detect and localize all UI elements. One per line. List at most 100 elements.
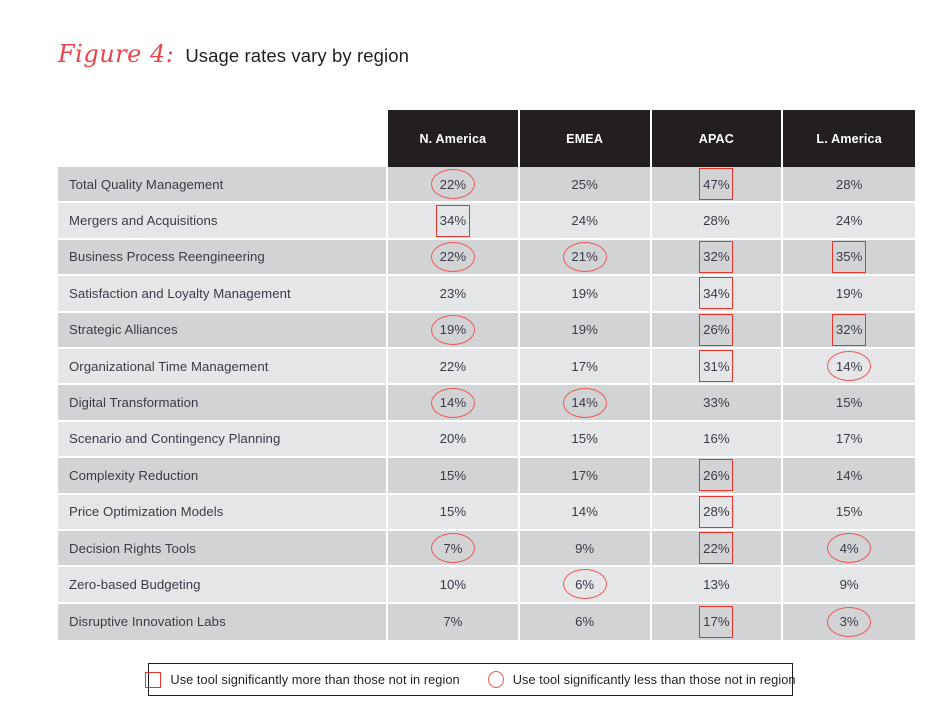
value-wrapper: 3% bbox=[827, 606, 872, 637]
value-cell-n-america: 22% bbox=[388, 167, 520, 204]
value-wrapper: 33% bbox=[701, 393, 731, 412]
value-cell-apac: 22% bbox=[651, 530, 784, 568]
value-wrapper: 26% bbox=[699, 459, 734, 492]
value-cell-apac: 13% bbox=[651, 567, 784, 604]
value-cell-apac: 28% bbox=[651, 494, 784, 531]
value-cell-n-america: 15% bbox=[388, 458, 520, 495]
value-wrapper: 28% bbox=[699, 495, 734, 528]
value-cell-apac: 28% bbox=[651, 203, 784, 240]
row-label-cell: Price Optimization Models bbox=[58, 494, 388, 531]
value-cell-l-america: 19% bbox=[783, 276, 915, 313]
header-cell-apac: APAC bbox=[651, 110, 784, 167]
value-wrapper: 14% bbox=[834, 466, 864, 485]
value-text: 33% bbox=[703, 394, 730, 410]
value-text: 17% bbox=[703, 614, 730, 630]
value-cell-apac: 33% bbox=[651, 385, 784, 422]
value-wrapper: 28% bbox=[834, 175, 864, 194]
value-cell-n-america: 7% bbox=[388, 603, 520, 641]
value-wrapper: 32% bbox=[832, 313, 867, 346]
value-wrapper: 16% bbox=[701, 429, 731, 448]
value-text: 14% bbox=[571, 394, 598, 410]
value-text: 6% bbox=[575, 614, 595, 630]
value-text: 15% bbox=[439, 467, 467, 483]
table-row: Zero-based Budgeting 10% 6% 13% 9% bbox=[58, 567, 915, 604]
value-cell-emea: 21% bbox=[519, 239, 652, 277]
value-cell-emea: 19% bbox=[519, 312, 652, 349]
value-cell-apac: 26% bbox=[651, 458, 784, 495]
figure-number-label: Figure 4: bbox=[58, 40, 175, 68]
row-label-cell: Zero-based Budgeting bbox=[58, 567, 388, 604]
table-row: Strategic Alliances 19% 19% 26% 32% bbox=[58, 312, 915, 349]
value-cell-apac: 26% bbox=[651, 312, 784, 349]
value-text: 34% bbox=[703, 285, 730, 301]
value-cell-n-america: 10% bbox=[388, 567, 520, 604]
circle-marker-icon bbox=[487, 671, 504, 688]
value-wrapper: 6% bbox=[562, 569, 607, 600]
value-text: 32% bbox=[835, 322, 863, 338]
value-cell-n-america: 19% bbox=[388, 312, 520, 349]
page-title: Usage rates vary by region bbox=[185, 45, 409, 66]
value-cell-emea: 6% bbox=[519, 603, 652, 641]
row-label-cell: Strategic Alliances bbox=[58, 312, 388, 349]
value-text: 15% bbox=[439, 504, 467, 520]
value-cell-apac: 32% bbox=[651, 239, 784, 277]
value-cell-n-america: 7% bbox=[388, 530, 520, 568]
figure-page: Figure 4: Usage rates vary by region N. … bbox=[0, 0, 950, 720]
value-text: 16% bbox=[703, 431, 730, 447]
value-wrapper: 28% bbox=[701, 211, 731, 230]
value-wrapper: 15% bbox=[834, 393, 864, 412]
row-label-cell: Satisfaction and Loyalty Management bbox=[58, 276, 388, 313]
value-wrapper: 17% bbox=[834, 429, 864, 448]
value-text: 14% bbox=[439, 394, 467, 410]
value-cell-emea: 17% bbox=[519, 348, 652, 386]
value-text: 7% bbox=[443, 540, 463, 556]
value-wrapper: 23% bbox=[438, 284, 468, 303]
value-cell-emea: 19% bbox=[519, 276, 652, 313]
legend-item-less: Use tool significantly less than those n… bbox=[487, 671, 796, 688]
value-text: 31% bbox=[703, 358, 730, 374]
value-wrapper: 22% bbox=[430, 241, 475, 272]
value-wrapper: 25% bbox=[569, 175, 599, 194]
value-cell-l-america: 17% bbox=[783, 421, 915, 459]
value-text: 25% bbox=[571, 176, 598, 192]
table-row: Complexity Reduction 15% 17% 26% 14% bbox=[58, 458, 915, 495]
value-cell-emea: 25% bbox=[519, 167, 652, 204]
value-text: 13% bbox=[703, 576, 730, 592]
value-text: 22% bbox=[439, 249, 467, 265]
value-wrapper: 20% bbox=[438, 429, 468, 448]
value-wrapper: 47% bbox=[699, 168, 734, 201]
value-text: 7% bbox=[443, 614, 463, 630]
table-row: Digital Transformation 14% 14% 33% 15% bbox=[58, 385, 915, 422]
value-text: 17% bbox=[835, 431, 863, 447]
value-cell-l-america: 14% bbox=[783, 458, 915, 495]
row-label-cell: Digital Transformation bbox=[58, 385, 388, 422]
value-text: 15% bbox=[835, 394, 863, 410]
header-cell-l-america: L. America bbox=[783, 110, 915, 167]
legend-label-less: Use tool significantly less than those n… bbox=[512, 672, 796, 687]
value-text: 20% bbox=[439, 431, 467, 447]
table-row: Organizational Time Management 22% 17% 31% 1… bbox=[58, 348, 915, 386]
value-wrapper: 19% bbox=[569, 284, 599, 303]
value-text: 14% bbox=[835, 467, 863, 483]
value-wrapper: 19% bbox=[834, 284, 864, 303]
value-wrapper: 9% bbox=[573, 539, 596, 558]
value-cell-l-america: 14% bbox=[783, 348, 915, 386]
table-header: N. America EMEA APAC L. America bbox=[58, 110, 915, 167]
value-wrapper: 15% bbox=[438, 502, 468, 521]
value-text: 19% bbox=[571, 285, 598, 301]
value-wrapper: 31% bbox=[699, 350, 734, 383]
value-cell-n-america: 15% bbox=[388, 494, 520, 531]
table-body: Total Quality Management 22% 25% 47% 28% Merg… bbox=[58, 167, 915, 641]
value-cell-l-america: 9% bbox=[783, 567, 915, 604]
value-cell-n-america: 34% bbox=[388, 203, 520, 240]
header-cell-blank bbox=[58, 110, 388, 167]
header-row: N. America EMEA APAC L. America bbox=[58, 110, 915, 167]
value-wrapper: 21% bbox=[562, 241, 607, 272]
value-wrapper: 14% bbox=[827, 351, 872, 382]
value-cell-apac: 31% bbox=[651, 348, 784, 386]
value-cell-n-america: 23% bbox=[388, 276, 520, 313]
value-text: 35% bbox=[835, 249, 863, 265]
row-label-cell: Organizational Time Management bbox=[58, 348, 388, 386]
value-cell-l-america: 32% bbox=[783, 312, 915, 349]
value-cell-n-america: 20% bbox=[388, 421, 520, 459]
